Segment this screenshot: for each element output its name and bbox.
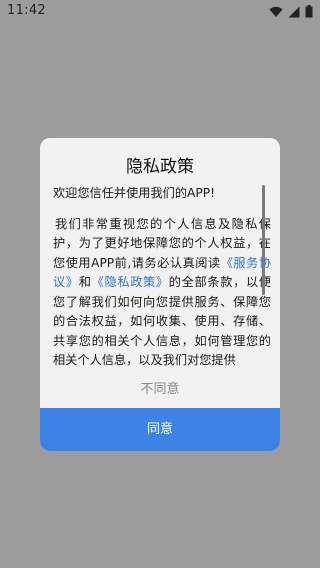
welcome-text: 欢迎您信任并使用我们的APP! bbox=[53, 186, 215, 200]
dialog-title: 隐私政策 bbox=[126, 157, 194, 177]
signal-icon bbox=[288, 6, 300, 18]
wifi-icon bbox=[269, 6, 283, 18]
privacy-policy-link[interactable]: 《隐私政策》 bbox=[92, 275, 169, 289]
policy-text-and: 和 bbox=[78, 275, 92, 289]
status-bar: 11:42 bbox=[0, 0, 320, 24]
scrollbar[interactable] bbox=[262, 185, 265, 295]
battery-icon bbox=[305, 5, 313, 18]
status-time: 11:42 bbox=[7, 3, 46, 18]
disagree-button[interactable]: 不同意 bbox=[40, 378, 280, 397]
status-icons bbox=[269, 5, 313, 18]
dialog-content[interactable]: 欢迎您信任并使用我们的APP! 我们非常重视您的个人信息及隐私保护，为了更好地保… bbox=[53, 184, 271, 368]
agree-button[interactable]: 同意 bbox=[40, 408, 280, 451]
privacy-dialog: 隐私政策 欢迎您信任并使用我们的APP! 我们非常重视您的个人信息及隐私保护，为… bbox=[40, 138, 280, 451]
policy-paragraph: 我们非常重视您的个人信息及隐私保护，为了更好地保障您的个人权益，在您使用APP前… bbox=[53, 215, 271, 369]
